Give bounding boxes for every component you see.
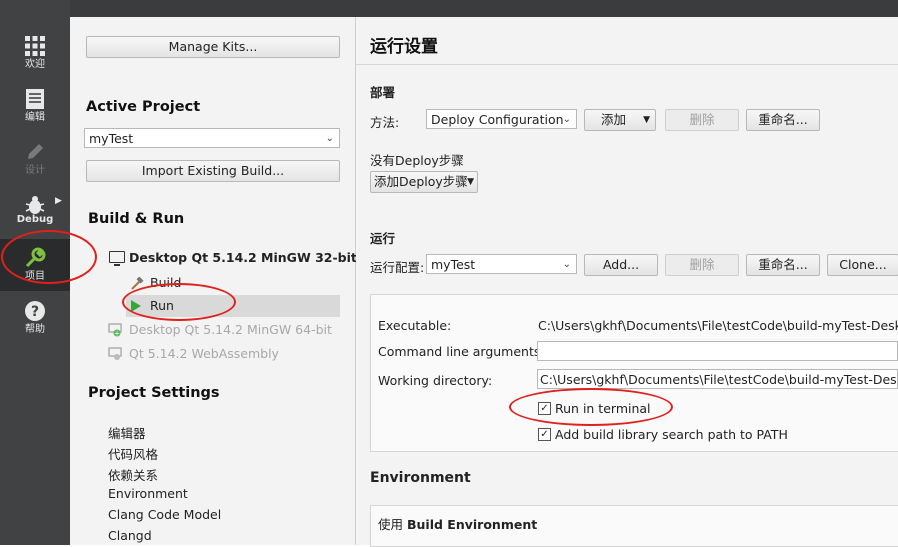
run-in-terminal-checkbox[interactable]: ✓ <box>538 402 551 415</box>
working-dir-label: Working directory: <box>378 373 493 388</box>
mode-label: 欢迎 <box>25 59 45 70</box>
chevron-down-icon: ⌄ <box>562 114 571 125</box>
bug-icon <box>25 196 45 214</box>
monitor-stand <box>114 264 120 266</box>
expand-arrow-icon[interactable]: ▶ <box>55 196 62 206</box>
cmd-args-label: Command line arguments: <box>378 344 545 359</box>
settings-item-dependencies[interactable]: 依赖关系 <box>108 465 158 484</box>
mode-label: Debug <box>16 214 54 225</box>
mode-help[interactable]: ? 帮助 <box>0 292 70 344</box>
settings-item-code-style[interactable]: 代码风格 <box>108 444 158 463</box>
run-settings-pane <box>356 17 898 545</box>
mode-edit[interactable]: 编辑 <box>0 80 70 132</box>
active-project-value: myTest <box>89 131 134 146</box>
environment-title: Environment <box>370 470 471 486</box>
run-rename-button[interactable]: 重命名... <box>746 254 820 276</box>
chevron-down-icon: ⌄ <box>562 259 571 270</box>
svg-text:?: ? <box>31 304 39 320</box>
chevron-down-icon: ⌄ <box>325 133 334 144</box>
run-section-title: 运行 <box>370 231 396 246</box>
mode-welcome[interactable]: 欢迎 <box>0 27 70 79</box>
add-lib-path-checkbox[interactable]: ✓ <box>538 428 551 441</box>
manage-kits-button[interactable]: Manage Kits... <box>86 36 340 58</box>
top-bar <box>70 0 898 17</box>
run-config-label: 运行配置: <box>370 260 425 275</box>
deploy-config-select[interactable]: Deploy Configuration ⌄ <box>426 109 577 129</box>
deploy-rename-button[interactable]: 重命名... <box>746 109 820 131</box>
run-remove-button[interactable]: 删除 <box>665 254 739 276</box>
run-config-value: myTest <box>431 257 476 272</box>
svg-text:+: + <box>114 330 120 338</box>
settings-item-environment[interactable]: Environment <box>108 486 188 501</box>
run-in-terminal-label[interactable]: Run in terminal <box>555 401 651 416</box>
mode-projects[interactable]: 项目 <box>0 239 70 291</box>
monitor-add-icon: + <box>108 323 122 338</box>
build-run-title: Build & Run <box>88 211 185 227</box>
kit-64[interactable]: Desktop Qt 5.14.2 MinGW 64-bit <box>129 322 332 337</box>
kit-active[interactable]: Desktop Qt 5.14.2 MinGW 32-bit <box>129 250 357 265</box>
no-deploy-steps-label: 没有Deploy步骤 <box>370 153 464 168</box>
mode-label: 编辑 <box>25 112 45 123</box>
add-deploy-step-button[interactable]: 添加Deploy步骤 ▼ <box>370 171 478 193</box>
deploy-config-value: Deploy Configuration <box>431 112 564 127</box>
deploy-add-label: 添加 <box>601 112 627 127</box>
add-deploy-step-label: 添加Deploy步骤 <box>374 174 468 189</box>
executable-label: Executable: <box>378 318 452 333</box>
document-icon <box>26 89 44 109</box>
grid-icon <box>25 36 45 56</box>
hammer-icon <box>131 277 144 290</box>
use-environment: Build Environment <box>407 517 538 532</box>
run-item[interactable]: Run <box>150 298 174 313</box>
kit-wasm[interactable]: Qt 5.14.2 WebAssembly <box>129 346 279 361</box>
mode-design[interactable]: 设计 <box>0 133 70 185</box>
active-project-title: Active Project <box>86 99 201 115</box>
project-settings-title: Project Settings <box>88 385 220 401</box>
deploy-add-button[interactable]: 添加 ▼ <box>584 109 656 131</box>
settings-item-editor[interactable]: 编辑器 <box>108 423 146 442</box>
dropdown-triangle-icon: ▼ <box>643 115 650 125</box>
wrench-icon <box>25 247 46 268</box>
active-project-select[interactable]: myTest ⌄ <box>84 128 340 148</box>
mode-label: 项目 <box>25 271 45 282</box>
run-add-button[interactable]: Add... <box>584 254 658 276</box>
settings-item-clangd[interactable]: Clangd <box>108 528 152 543</box>
mode-sidebar: 欢迎 编辑 设计 Debug ▶ 项目 ? 帮助 <box>0 0 70 545</box>
page-title: 运行设置 <box>370 37 438 57</box>
environment-summary: 使用 Build Environment <box>378 514 537 533</box>
mode-label: 帮助 <box>25 324 45 335</box>
add-lib-path-label[interactable]: Add build library search path to PATH <box>555 427 788 442</box>
import-build-button[interactable]: Import Existing Build... <box>86 160 340 182</box>
help-icon: ? <box>25 301 45 321</box>
settings-item-clang-code-model[interactable]: Clang Code Model <box>108 507 221 522</box>
monitor-settings-icon <box>108 347 122 360</box>
run-config-select[interactable]: myTest ⌄ <box>426 254 577 274</box>
use-prefix: 使用 <box>378 517 404 532</box>
build-item[interactable]: Build <box>150 275 181 290</box>
mode-debug[interactable]: Debug ▶ <box>0 186 70 238</box>
mode-label: 设计 <box>25 165 45 176</box>
monitor-icon <box>109 251 125 263</box>
pencil-icon <box>28 144 43 159</box>
title-divider <box>356 64 898 65</box>
working-dir-input[interactable]: C:\Users\gkhf\Documents\File\testCode\bu… <box>537 369 898 389</box>
run-clone-button[interactable]: Clone... <box>827 254 898 276</box>
dropdown-triangle-icon: ▼ <box>467 177 474 187</box>
cmd-args-input[interactable] <box>537 341 898 361</box>
deploy-remove-button[interactable]: 删除 <box>665 109 739 131</box>
method-label: 方法: <box>370 115 400 130</box>
deploy-section-title: 部署 <box>370 85 396 100</box>
executable-value: C:\Users\gkhf\Documents\File\testCode\bu… <box>538 318 898 333</box>
play-icon <box>131 300 141 312</box>
